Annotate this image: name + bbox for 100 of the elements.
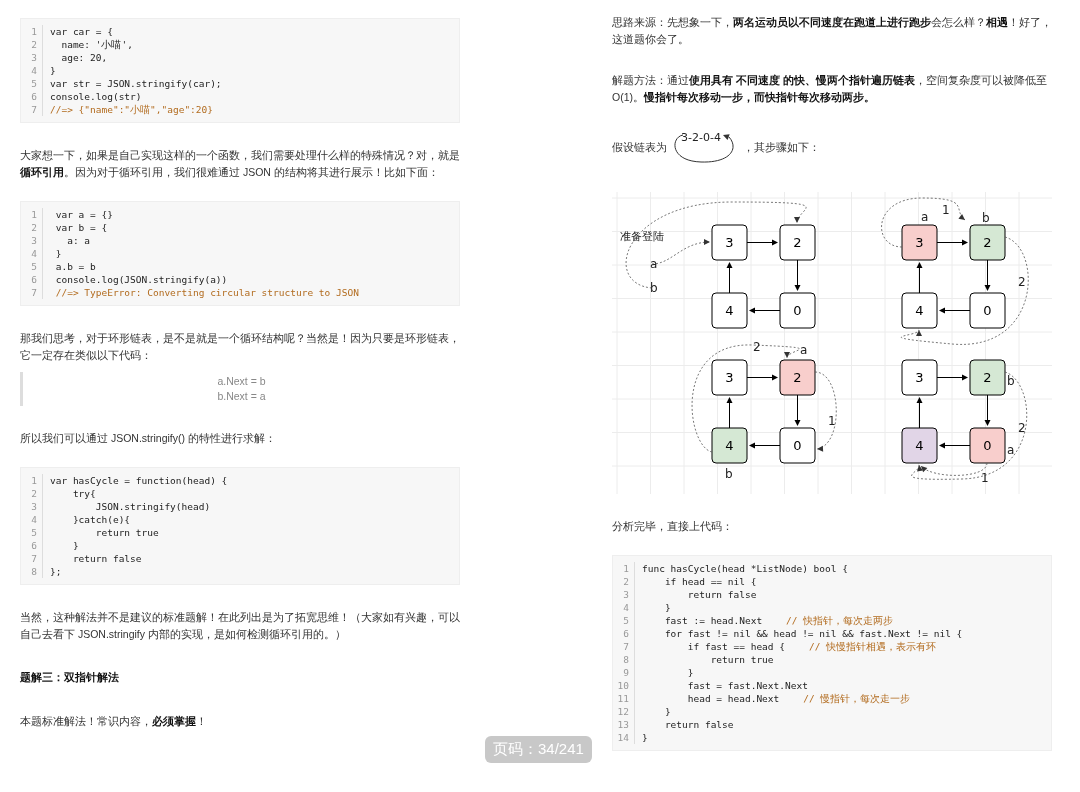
line-number: 5 [21, 260, 43, 273]
arrow [939, 442, 971, 449]
pointer-label: a [800, 342, 808, 357]
node-label: 4 [725, 302, 734, 318]
code-line: try{ [71, 487, 96, 500]
quote-line: a.Next = b [217, 374, 266, 389]
node-label: 0 [793, 302, 802, 318]
line-number: 2 [613, 575, 635, 588]
code-line: if fast == head { [686, 640, 785, 653]
node-label: 0 [793, 437, 802, 453]
code-line: } [686, 666, 694, 679]
node-label: 0 [983, 437, 992, 453]
line-number: 10 [613, 679, 635, 692]
note-label: 准备登陆 [620, 229, 664, 242]
line-number: 8 [613, 653, 635, 666]
line-number: 7 [21, 552, 43, 565]
step-label: 2 [753, 339, 761, 354]
code-comment: //=> TypeError: Converting circular structure to JSON [54, 286, 359, 299]
line-number: 7 [21, 286, 43, 299]
line-number: 6 [21, 90, 43, 103]
code-line: } [50, 64, 56, 77]
code-line: age: 20, [60, 51, 108, 64]
code-line: var str = JSON.stringify(car); [50, 77, 222, 90]
line-number: 7 [21, 103, 43, 116]
node-label: 3 [915, 369, 924, 385]
code-line: var a = {} [54, 208, 113, 221]
paragraph: 本题标准解法！常识内容，必须掌握！ [20, 714, 208, 729]
line-number: 5 [21, 77, 43, 90]
line-number: 3 [21, 234, 43, 247]
paragraph: 分析完毕，直接上代码： [612, 519, 734, 534]
node-label: 4 [915, 437, 924, 453]
code-line: JSON.stringify(head) [94, 500, 211, 513]
pointer-label: b [1007, 373, 1015, 388]
arrow [794, 394, 801, 426]
line-number: 3 [21, 500, 43, 513]
code-comment: // 快慢指针相遇，表示有环 [809, 640, 937, 653]
line-number: 8 [21, 565, 43, 578]
code-line: func hasCycle(head *ListNode) bool { [642, 562, 848, 575]
line-number: 4 [21, 64, 43, 77]
step-label: 1 [981, 470, 989, 485]
arrow [749, 307, 781, 314]
line-number: 1 [21, 25, 43, 38]
arrow [726, 262, 733, 294]
line-number: 2 [21, 487, 43, 500]
line-number: 4 [21, 513, 43, 526]
code-line: }catch(e){ [71, 513, 131, 526]
line-number: 6 [613, 627, 635, 640]
code-line: }; [50, 565, 62, 578]
node-label: 2 [793, 369, 802, 385]
code-line: var hasCycle = function(head) { [50, 474, 228, 487]
arrow [746, 374, 778, 381]
code-line: } [642, 731, 648, 744]
code-line: console.log(JSON.stringify(a)) [54, 273, 228, 286]
node-label: 3 [725, 369, 734, 385]
code-line: } [663, 601, 671, 614]
line-number: 4 [21, 247, 43, 260]
code-line: } [663, 705, 671, 718]
arrow [916, 397, 923, 429]
pointer-label: a [921, 209, 929, 224]
paragraph: 思路来源：先想象一下，两名运动员以不同速度在跑道上进行跑步会怎么样？相遇！好了，这道题你会了。 [612, 15, 1052, 47]
code-line: name: '小喵', [60, 38, 133, 51]
arrow [794, 259, 801, 291]
arrow [939, 307, 971, 314]
loop-intro-text: 假设链表为 [612, 141, 667, 155]
line-number: 1 [613, 562, 635, 575]
node-label: 0 [983, 302, 992, 318]
line-number: 12 [613, 705, 635, 718]
line-number: 4 [613, 601, 635, 614]
code-comment: // 快指针，每次走两步 [786, 614, 894, 627]
code-comment: // 慢指针，每次走一步 [803, 692, 911, 705]
quote-line: b.Next = a [217, 389, 266, 404]
code-line: fast := head.Next [663, 614, 763, 627]
code-line: var car = { [50, 25, 113, 38]
line-number: 1 [21, 474, 43, 487]
node-label: 4 [725, 437, 734, 453]
node-label: 2 [983, 234, 992, 250]
code-line: console.log(str) [50, 90, 142, 103]
node-label: 3 [725, 234, 734, 250]
code-line: if head == nil { [663, 575, 757, 588]
pointer-label: b [725, 466, 733, 481]
code-line: a.b = b [54, 260, 96, 273]
code-line: var b = { [54, 221, 108, 234]
node-label: 4 [915, 302, 924, 318]
line-number: 2 [21, 38, 43, 51]
line-number: 7 [613, 640, 635, 653]
line-number: 3 [613, 588, 635, 601]
pointer-label: b [982, 210, 990, 225]
line-number: 5 [21, 526, 43, 539]
arrow [749, 442, 781, 449]
paragraph: 解题方法：通过使用具有 不同速度 的快、慢两个指针遍历链表，空间复杂度可以被降低至 O(1)。慢指针每次移动一步，而快指针每次移动两步。 [612, 73, 1048, 105]
arrow [984, 394, 991, 426]
pointer-label: a [650, 256, 658, 271]
code-line: return true [709, 653, 774, 666]
paragraph: 所以我们可以通过 JSON.stringify() 的特性进行求解： [20, 431, 277, 446]
code-line: return true [94, 526, 159, 539]
line-number: 14 [613, 731, 635, 744]
code-line: return false [663, 718, 734, 731]
pointer-label: a [1007, 442, 1015, 457]
paragraph: 那我们思考，对于环形链表，是不是就是一个循环结构呢？当然是！因为只要是环形链表，它一定存在类似以下代码： [20, 331, 460, 363]
code-line: a: a [66, 234, 91, 247]
